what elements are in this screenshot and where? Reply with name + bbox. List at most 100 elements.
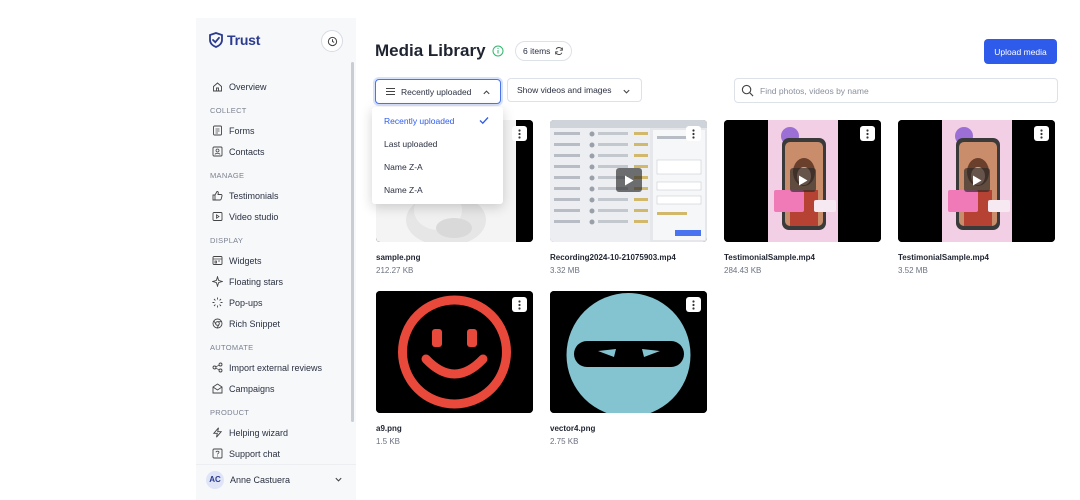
history-button[interactable] <box>321 30 343 52</box>
search-box[interactable] <box>734 78 1058 103</box>
sidebar-section-collect: COLLECT <box>210 105 247 115</box>
sidebar-item-label: Campaigns <box>229 383 275 394</box>
brand-logo[interactable]: Trust <box>208 32 260 48</box>
sidebar-item-label: Video studio <box>229 211 279 222</box>
sidebar-item-label: Rich Snippet <box>229 318 281 329</box>
media-file-size: 1.5 KB <box>376 437 401 446</box>
kebab-icon <box>518 128 521 139</box>
user-menu[interactable]: AC Anne Castuera <box>196 464 356 494</box>
sidebar-nav: Overview COLLECT Forms Contacts MANAGE Testim… <box>196 76 352 464</box>
media-file-name: sample.png <box>376 253 421 262</box>
sidebar-scrollbar[interactable] <box>351 62 354 422</box>
media-card[interactable]: TestimonialSample.mp4 3.52 MB <box>898 120 1055 275</box>
media-file-size: 2.75 KB <box>550 437 579 446</box>
sort-option[interactable]: Name Z-A <box>372 155 503 178</box>
sidebar-item-label: Support chat <box>229 448 281 459</box>
more-options-button[interactable] <box>512 126 527 141</box>
sort-option-label: Recently uploaded <box>384 115 455 126</box>
sort-option-label: Name Z-A <box>384 161 423 172</box>
more-options-button[interactable] <box>512 297 527 312</box>
kebab-icon <box>866 128 869 139</box>
media-card[interactable]: Recording2024-10-21075903.mp4 3.32 MB <box>550 120 707 275</box>
media-card[interactable]: TestimonialSample.mp4 284.43 KB <box>724 120 881 275</box>
sidebar-item-label: Floating stars <box>229 276 284 287</box>
sidebar-item-pop-ups[interactable]: Pop-ups <box>196 292 352 313</box>
brand-name: Trust <box>227 32 261 48</box>
kebab-icon <box>692 299 695 310</box>
media-thumbnail[interactable] <box>550 291 707 413</box>
sidebar-item-forms[interactable]: Forms <box>196 120 352 141</box>
filter-label: Show videos and images <box>517 85 612 95</box>
media-card[interactable]: a9.png 1.5 KB <box>376 291 533 446</box>
media-thumbnail[interactable] <box>898 120 1055 242</box>
sort-option[interactable]: Name Z-A <box>372 178 503 201</box>
more-options-button[interactable] <box>1034 126 1049 141</box>
sort-option-label: Name Z-A <box>384 184 423 195</box>
sidebar-item-label: Pop-ups <box>229 297 263 308</box>
user-name: Anne Castuera <box>230 474 291 485</box>
media-file-size: 3.32 MB <box>550 266 580 275</box>
sort-option-label: Last uploaded <box>384 138 438 149</box>
sidebar-item-label: Import external reviews <box>229 362 323 373</box>
media-file-name: TestimonialSample.mp4 <box>724 253 815 262</box>
media-thumbnail[interactable] <box>724 120 881 242</box>
chrome-icon <box>212 318 223 329</box>
sidebar-item-widgets[interactable]: Widgets <box>196 250 352 271</box>
sidebar-item-label: Forms <box>229 125 255 136</box>
play-icon[interactable] <box>616 168 642 192</box>
sidebar-item-contacts[interactable]: Contacts <box>196 141 352 162</box>
more-options-button[interactable] <box>860 126 875 141</box>
search-input[interactable] <box>760 85 1040 96</box>
media-type-filter[interactable]: Show videos and images <box>507 78 642 102</box>
list-icon <box>386 88 395 95</box>
refresh-icon[interactable] <box>554 46 564 56</box>
kebab-icon <box>1040 128 1043 139</box>
history-icon <box>327 36 337 46</box>
page-title: Media Library <box>375 41 486 60</box>
chevron-down-icon <box>623 89 630 94</box>
kebab-icon <box>692 128 695 139</box>
sidebar-section-display: DISPLAY <box>210 235 244 245</box>
media-file-name: a9.png <box>376 424 402 433</box>
media-card[interactable]: vector4.png 2.75 KB <box>550 291 707 446</box>
bolt-icon <box>212 427 223 438</box>
sidebar-item-campaigns[interactable]: Campaigns <box>196 378 352 399</box>
sidebar-item-testimonials[interactable]: Testimonials <box>196 185 352 206</box>
check-icon <box>479 117 489 125</box>
video-icon <box>212 212 223 221</box>
loader-icon <box>212 297 223 308</box>
sidebar-section-automate: AUTOMATE <box>210 342 254 352</box>
sort-label: Recently uploaded <box>401 86 472 97</box>
item-count-badge: 6 items <box>515 41 573 61</box>
sidebar-item-floating-stars[interactable]: Floating stars <box>196 271 352 292</box>
shield-check-icon <box>209 32 223 48</box>
sidebar-item-label: Contacts <box>229 146 265 157</box>
media-thumbnail[interactable] <box>376 291 533 413</box>
chevron-down-icon <box>335 477 342 482</box>
home-icon <box>213 82 222 92</box>
sparkle-icon <box>212 276 223 287</box>
sidebar-item-overview[interactable]: Overview <box>196 76 352 97</box>
sidebar-section-product: PRODUCT <box>210 407 250 417</box>
mail-icon <box>212 383 223 394</box>
play-icon[interactable] <box>790 168 816 192</box>
info-icon[interactable] <box>492 45 504 57</box>
play-icon[interactable] <box>964 168 990 192</box>
sort-option[interactable]: Recently uploaded <box>372 109 503 132</box>
more-options-button[interactable] <box>686 297 701 312</box>
widget-icon <box>212 256 223 265</box>
sort-option[interactable]: Last uploaded <box>372 132 503 155</box>
contacts-icon <box>212 146 223 157</box>
sort-select[interactable]: Recently uploaded <box>375 79 501 104</box>
sidebar-item-video-studio[interactable]: Video studio <box>196 206 352 227</box>
media-file-name: Recording2024-10-21075903.mp4 <box>550 253 676 262</box>
sidebar-item-support-chat[interactable]: Support chat <box>196 443 352 464</box>
more-options-button[interactable] <box>686 126 701 141</box>
item-count: 6 items <box>523 46 551 56</box>
search-icon <box>741 84 754 97</box>
media-thumbnail[interactable] <box>550 120 707 242</box>
sidebar-item-rich-snippet[interactable]: Rich Snippet <box>196 313 352 334</box>
sidebar-item-import-external-reviews[interactable]: Import external reviews <box>196 357 352 378</box>
upload-media-button[interactable]: Upload media <box>984 39 1057 64</box>
sidebar-item-helping-wizard[interactable]: Helping wizard <box>196 422 352 443</box>
